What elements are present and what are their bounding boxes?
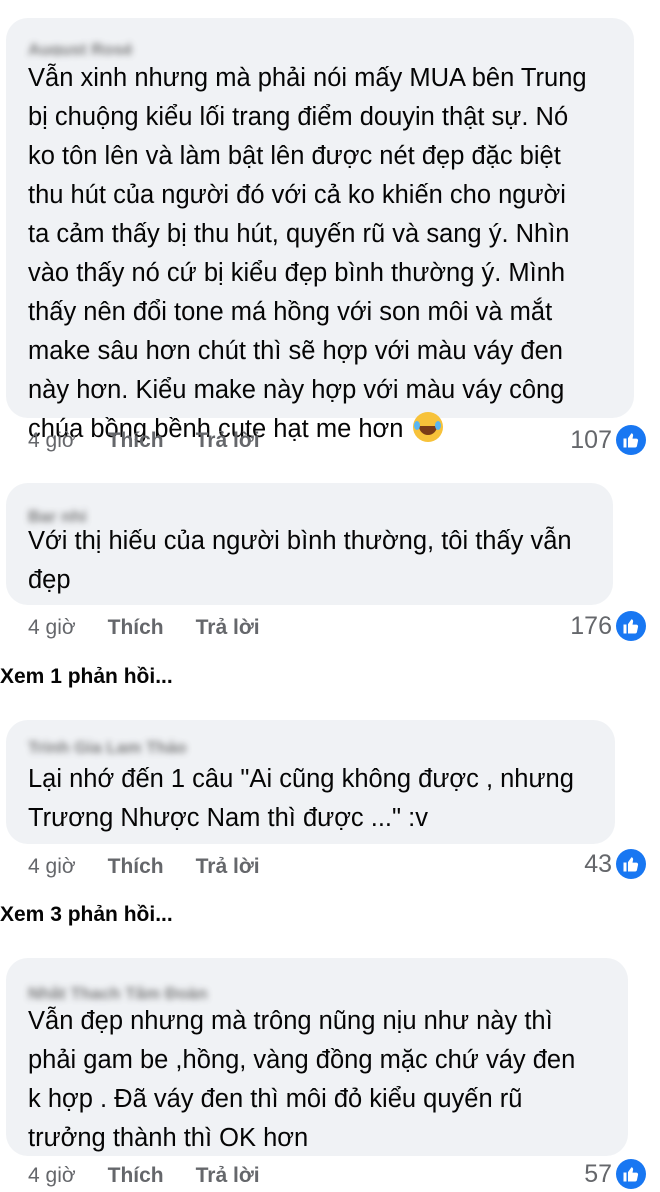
reaction-count[interactable]: 43 [584, 847, 646, 881]
thumbs-up-icon [616, 425, 646, 455]
reaction-count[interactable]: 176 [570, 609, 646, 643]
view-replies-link[interactable]: Xem 1 phản hồi... [0, 665, 173, 689]
thumbs-up-icon [616, 1159, 646, 1189]
like-count: 107 [570, 425, 612, 454]
comment-bubble: Trinh Gia Lam Thảo Lại nhớ đến 1 câu "Ai… [6, 720, 615, 844]
comment-actions: 4 giờ Thích Trả lời [28, 426, 292, 456]
like-button[interactable]: Thích [108, 1164, 164, 1188]
comment-text: Vẫn đẹp nhưng mà trông nũng nịu như này … [28, 1007, 576, 1152]
comment-time[interactable]: 4 giờ [28, 616, 76, 640]
like-count: 43 [584, 849, 612, 878]
comment-text: Với thị hiếu của người bình thường, tôi … [28, 527, 572, 594]
like-count: 57 [584, 1159, 612, 1188]
comment-bubble: August Rosé Vẫn xinh nhưng mà phải nói m… [6, 18, 634, 443]
reply-button[interactable]: Trả lời [196, 1164, 260, 1188]
like-button[interactable]: Thích [108, 616, 164, 640]
reply-button[interactable]: Trả lời [196, 855, 260, 879]
like-count: 176 [570, 611, 612, 640]
like-button[interactable]: Thích [108, 855, 164, 879]
comment-time[interactable]: 4 giờ [28, 855, 76, 879]
comment-actions: 4 giờ Thích Trả lời [28, 1161, 292, 1191]
comment-bubble: Bar nhi Với thị hiếu của người bình thườ… [6, 483, 613, 605]
comment-text: Vẫn xinh nhưng mà phải nói mấy MUA bên T… [28, 64, 587, 443]
comment-actions: 4 giờ Thích Trả lời [28, 613, 292, 643]
comment-bubble: Nhật Thạch Tâm Đoàn Vẫn đẹp nhưng mà trô… [6, 958, 628, 1156]
comment-author[interactable]: August Rosé [28, 40, 133, 56]
reply-button[interactable]: Trả lời [196, 429, 260, 453]
thumbs-up-icon [616, 849, 646, 879]
comment-actions: 4 giờ Thích Trả lời [28, 852, 292, 882]
comment-author[interactable]: Trinh Gia Lam Thảo [28, 738, 187, 754]
laughing-tears-emoji-icon [412, 412, 443, 442]
comment-time[interactable]: 4 giờ [28, 1164, 76, 1188]
like-button[interactable]: Thích [108, 429, 164, 453]
thumbs-up-icon [616, 611, 646, 641]
comment-author[interactable]: Bar nhi [28, 507, 87, 523]
comment-time[interactable]: 4 giờ [28, 429, 76, 453]
reaction-count[interactable]: 57 [584, 1157, 646, 1191]
reply-button[interactable]: Trả lời [196, 616, 260, 640]
view-replies-link[interactable]: Xem 3 phản hồi... [0, 903, 173, 927]
reaction-count[interactable]: 107 [570, 423, 646, 457]
comment-author[interactable]: Nhật Thạch Tâm Đoàn [28, 984, 207, 1000]
comment-text: Lại nhớ đến 1 câu "Ai cũng không được , … [28, 765, 574, 832]
